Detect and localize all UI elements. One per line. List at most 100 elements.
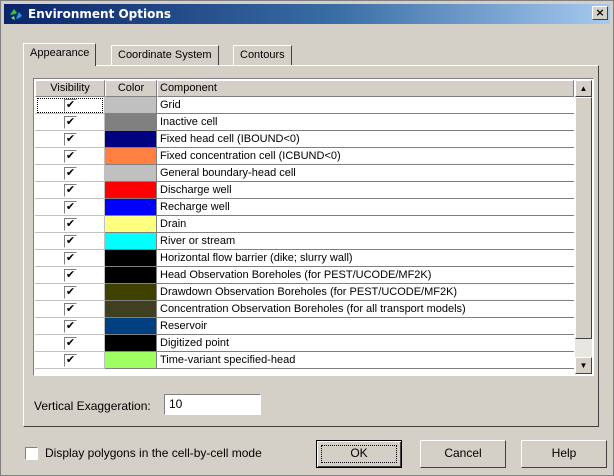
- table-row[interactable]: ✔ Fixed concentration cell (ICBUND<0): [35, 148, 574, 165]
- visibility-checkbox[interactable]: ✔: [64, 99, 77, 112]
- table-row[interactable]: ✔ Digitized point: [35, 335, 574, 352]
- table-row[interactable]: ✔ Horizontal flow barrier (dike; slurry w…: [35, 250, 574, 267]
- scroll-down-icon: ▼: [579, 361, 588, 370]
- color-swatch[interactable]: [105, 114, 157, 131]
- table-row[interactable]: ✔ Concentration Observation Boreholes (fo…: [35, 301, 574, 318]
- component-name: Drawdown Observation Boreholes (for PEST…: [157, 284, 574, 301]
- component-name: Horizontal flow barrier (dike; slurry wa…: [157, 250, 574, 267]
- title-bar[interactable]: Environment Options ×: [4, 4, 610, 24]
- header-visibility[interactable]: Visibility: [35, 80, 105, 97]
- visibility-cell[interactable]: ✔: [35, 216, 105, 233]
- table-row[interactable]: ✔ Reservoir: [35, 318, 574, 335]
- environment-options-dialog: Environment Options × Appearance Coordin…: [0, 0, 614, 476]
- visibility-checkbox[interactable]: ✔: [64, 269, 77, 282]
- component-name: Head Observation Boreholes (for PEST/UCO…: [157, 267, 574, 284]
- tab-appearance-label: Appearance: [30, 47, 90, 59]
- grid-body: Visibility Color Component ✔ Grid ✔ Inactiv…: [35, 80, 574, 374]
- ok-button[interactable]: OK: [316, 440, 402, 468]
- visibility-checkbox[interactable]: ✔: [64, 201, 77, 214]
- vertical-exaggeration-input[interactable]: 10: [164, 394, 261, 415]
- display-polygons-label[interactable]: Display polygons in the cell-by-cell mod…: [45, 446, 262, 460]
- component-name: Discharge well: [157, 182, 574, 199]
- visibility-cell[interactable]: ✔: [35, 97, 105, 114]
- visibility-cell[interactable]: ✔: [35, 301, 105, 318]
- visibility-cell[interactable]: ✔: [35, 335, 105, 352]
- table-row[interactable]: ✔ Fixed head cell (IBOUND<0): [35, 131, 574, 148]
- visibility-checkbox[interactable]: ✔: [64, 150, 77, 163]
- table-row[interactable]: ✔ Grid: [35, 97, 574, 114]
- tab-coordinate-system[interactable]: Coordinate System: [111, 45, 219, 65]
- component-name: Grid: [157, 97, 574, 114]
- visibility-checkbox[interactable]: ✔: [64, 167, 77, 180]
- component-name: Concentration Observation Boreholes (for…: [157, 301, 574, 318]
- visibility-checkbox[interactable]: ✔: [64, 252, 77, 265]
- visibility-cell[interactable]: ✔: [35, 182, 105, 199]
- visibility-cell[interactable]: ✔: [35, 165, 105, 182]
- visibility-checkbox[interactable]: ✔: [64, 286, 77, 299]
- visibility-checkbox[interactable]: ✔: [64, 337, 77, 350]
- component-grid: Visibility Color Component ✔ Grid ✔ Inactiv…: [33, 78, 594, 376]
- color-swatch[interactable]: [105, 199, 157, 216]
- scroll-down-button[interactable]: ▼: [575, 357, 592, 374]
- table-row[interactable]: ✔ Inactive cell: [35, 114, 574, 131]
- vertical-exaggeration-label: Vertical Exaggeration:: [34, 399, 151, 413]
- visibility-cell[interactable]: ✔: [35, 114, 105, 131]
- color-swatch[interactable]: [105, 216, 157, 233]
- visibility-checkbox[interactable]: ✔: [64, 354, 77, 367]
- color-swatch[interactable]: [105, 284, 157, 301]
- cancel-button[interactable]: Cancel: [420, 440, 506, 468]
- table-row[interactable]: ✔ Time-variant specified-head: [35, 352, 574, 369]
- color-swatch[interactable]: [105, 352, 157, 369]
- component-name: Time-variant specified-head: [157, 352, 574, 369]
- visibility-checkbox[interactable]: ✔: [64, 303, 77, 316]
- table-row[interactable]: ✔ Drain: [35, 216, 574, 233]
- vertical-scrollbar[interactable]: ▲ ▼: [575, 80, 592, 374]
- visibility-checkbox[interactable]: ✔: [64, 218, 77, 231]
- visibility-cell[interactable]: ✔: [35, 318, 105, 335]
- close-button[interactable]: ×: [592, 6, 608, 20]
- visibility-cell[interactable]: ✔: [35, 267, 105, 284]
- component-name: Inactive cell: [157, 114, 574, 131]
- visibility-cell[interactable]: ✔: [35, 199, 105, 216]
- color-swatch[interactable]: [105, 97, 157, 114]
- color-swatch[interactable]: [105, 335, 157, 352]
- help-button[interactable]: Help: [521, 440, 607, 468]
- table-row[interactable]: ✔ Drawdown Observation Boreholes (for PES…: [35, 284, 574, 301]
- tab-appearance[interactable]: Appearance: [23, 43, 97, 66]
- visibility-cell[interactable]: ✔: [35, 250, 105, 267]
- ok-focus-rect: [321, 445, 397, 463]
- table-row[interactable]: ✔ Head Observation Boreholes (for PEST/UC…: [35, 267, 574, 284]
- visibility-checkbox[interactable]: ✔: [64, 184, 77, 197]
- tab-contours[interactable]: Contours: [233, 45, 292, 65]
- color-swatch[interactable]: [105, 148, 157, 165]
- color-swatch[interactable]: [105, 182, 157, 199]
- component-name: Reservoir: [157, 318, 574, 335]
- display-polygons-checkbox[interactable]: [25, 447, 38, 460]
- scroll-thumb[interactable]: [575, 97, 592, 339]
- visibility-cell[interactable]: ✔: [35, 131, 105, 148]
- visibility-checkbox[interactable]: ✔: [64, 320, 77, 333]
- table-row[interactable]: ✔ Discharge well: [35, 182, 574, 199]
- visibility-cell[interactable]: ✔: [35, 352, 105, 369]
- color-swatch[interactable]: [105, 267, 157, 284]
- color-swatch[interactable]: [105, 301, 157, 318]
- color-swatch[interactable]: [105, 250, 157, 267]
- header-color[interactable]: Color: [105, 80, 157, 97]
- scroll-up-button[interactable]: ▲: [575, 80, 592, 97]
- color-swatch[interactable]: [105, 233, 157, 250]
- visibility-checkbox[interactable]: ✔: [64, 133, 77, 146]
- component-name: Digitized point: [157, 335, 574, 352]
- table-row[interactable]: ✔ River or stream: [35, 233, 574, 250]
- color-swatch[interactable]: [105, 318, 157, 335]
- color-swatch[interactable]: [105, 131, 157, 148]
- visibility-checkbox[interactable]: ✔: [64, 235, 77, 248]
- table-row[interactable]: ✔ Recharge well: [35, 199, 574, 216]
- table-row[interactable]: ✔ General boundary-head cell: [35, 165, 574, 182]
- visibility-checkbox[interactable]: ✔: [64, 116, 77, 129]
- header-component[interactable]: Component: [157, 80, 574, 97]
- visibility-cell[interactable]: ✔: [35, 284, 105, 301]
- visibility-cell[interactable]: ✔: [35, 233, 105, 250]
- color-swatch[interactable]: [105, 165, 157, 182]
- visibility-cell[interactable]: ✔: [35, 148, 105, 165]
- component-name: Recharge well: [157, 199, 574, 216]
